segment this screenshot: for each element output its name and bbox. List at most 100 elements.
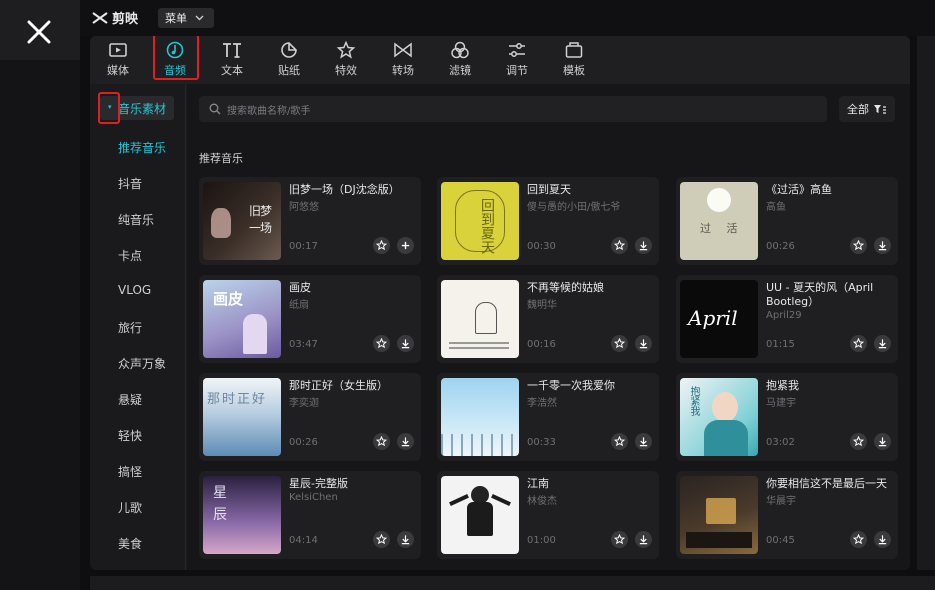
tab-adjust[interactable]: 调节 xyxy=(495,38,539,80)
menu-label: 菜单 xyxy=(165,12,187,25)
song-duration: 03:47 xyxy=(289,339,318,350)
favorite-button[interactable] xyxy=(373,237,390,254)
close-icon[interactable] xyxy=(25,18,53,46)
download-button[interactable] xyxy=(874,237,891,254)
download-icon xyxy=(401,437,410,447)
download-button[interactable] xyxy=(874,433,891,450)
song-artist: 李奕迦 xyxy=(289,398,319,409)
menu-button[interactable]: 菜单 xyxy=(158,8,214,28)
download-button[interactable] xyxy=(635,237,652,254)
sidebar-item-recommended[interactable]: 推荐音乐 xyxy=(118,139,166,156)
sidebar-item-voices[interactable]: 众声万象 xyxy=(118,355,166,372)
song-card[interactable]: 你要相信这不是最后一天 华晨宇 00:45 xyxy=(676,471,898,559)
sidebar-item-vlog[interactable]: VLOG xyxy=(118,283,151,297)
song-title: 《过活》高鱼 xyxy=(766,183,832,196)
download-button[interactable] xyxy=(397,531,414,548)
download-button[interactable] xyxy=(635,335,652,352)
sidebar-item-beat[interactable]: 卡点 xyxy=(118,247,142,264)
favorite-button[interactable] xyxy=(373,531,390,548)
song-card[interactable]: 回到夏天 回到夏天 傻与愚的小田/傲七爷 00:30 xyxy=(437,177,659,265)
template-icon xyxy=(565,41,583,58)
song-card[interactable]: 抱紧我 抱紧我 马建宇 03:02 xyxy=(676,373,898,461)
song-title: UU - 夏天的风（April Bootleg） xyxy=(766,281,874,308)
star-icon xyxy=(614,338,625,349)
tab-label: 贴纸 xyxy=(278,63,300,77)
favorite-button[interactable] xyxy=(850,531,867,548)
song-artist: 魏明华 xyxy=(527,300,557,311)
star-icon xyxy=(376,534,387,545)
song-card[interactable]: 江南 林俊杰 01:00 xyxy=(437,471,659,559)
sidebar-item-lively[interactable]: 轻快 xyxy=(118,427,142,444)
song-card[interactable]: 不再等候的姑娘 魏明华 00:16 xyxy=(437,275,659,363)
logo-icon xyxy=(92,11,108,24)
favorite-button[interactable] xyxy=(850,433,867,450)
sidebar-item-suspense[interactable]: 悬疑 xyxy=(118,391,142,408)
song-card[interactable]: 星辰 星辰-完整版 KelsiChen 04:14 xyxy=(199,471,421,559)
favorite-button[interactable] xyxy=(850,335,867,352)
song-card[interactable]: April UU - 夏天的风（April Bootleg） April29 0… xyxy=(676,275,898,363)
tab-transition[interactable]: 转场 xyxy=(381,38,425,80)
favorite-button[interactable] xyxy=(373,335,390,352)
favorite-button[interactable] xyxy=(850,237,867,254)
song-artist: 高鱼 xyxy=(766,202,786,213)
highlight-box-audio-tab xyxy=(153,36,199,80)
highlight-box-music-expand xyxy=(98,92,120,124)
add-button[interactable] xyxy=(397,237,414,254)
sidebar-item-funny[interactable]: 搞怪 xyxy=(118,463,142,480)
song-title: 那时正好（女生版） xyxy=(289,379,388,392)
cover-text: 那时正好 xyxy=(207,392,268,407)
song-cover: April xyxy=(680,280,758,358)
star-icon xyxy=(376,436,387,447)
tab-media[interactable]: 媒体 xyxy=(96,38,140,80)
download-icon xyxy=(401,535,410,545)
star-icon xyxy=(853,240,864,251)
download-button[interactable] xyxy=(635,433,652,450)
tab-filter[interactable]: 滤镜 xyxy=(438,38,482,80)
sidebar-item-douyin[interactable]: 抖音 xyxy=(118,175,142,192)
song-card[interactable]: 一千零一次我爱你 李浩然 00:33 xyxy=(437,373,659,461)
sidebar-item-travel[interactable]: 旅行 xyxy=(118,319,142,336)
search-icon xyxy=(209,103,221,115)
download-button[interactable] xyxy=(874,531,891,548)
favorite-button[interactable] xyxy=(611,531,628,548)
search-input[interactable]: 搜索歌曲名称/歌手 xyxy=(199,96,827,122)
song-title: 江南 xyxy=(527,477,549,490)
filter-button[interactable]: 全部 xyxy=(839,96,895,122)
song-duration: 00:17 xyxy=(289,241,318,252)
song-card[interactable]: 旧梦一场 旧梦一场（DJ沈念版） 阿悠悠 00:17 xyxy=(199,177,421,265)
song-duration: 03:02 xyxy=(766,437,795,448)
song-duration: 04:14 xyxy=(289,535,318,546)
tab-effects[interactable]: 特效 xyxy=(324,38,368,80)
download-button[interactable] xyxy=(874,335,891,352)
tab-text[interactable]: 文本 xyxy=(210,38,254,80)
song-card[interactable]: 过 活 《过活》高鱼 高鱼 00:26 xyxy=(676,177,898,265)
download-button[interactable] xyxy=(397,335,414,352)
sidebar-item-food[interactable]: 美食 xyxy=(118,535,142,552)
song-duration: 01:00 xyxy=(527,535,556,546)
song-cover: 过 活 xyxy=(680,182,758,260)
favorite-button[interactable] xyxy=(611,335,628,352)
song-cover xyxy=(441,280,519,358)
song-title: 画皮 xyxy=(289,281,311,294)
download-icon xyxy=(639,437,648,447)
favorite-button[interactable] xyxy=(611,237,628,254)
song-artist: KelsiChen xyxy=(289,492,338,503)
download-button[interactable] xyxy=(635,531,652,548)
song-card[interactable]: 那时正好 那时正好（女生版） 李奕迦 00:26 xyxy=(199,373,421,461)
star-icon xyxy=(614,240,625,251)
song-title: 抱紧我 xyxy=(766,379,799,392)
cover-text: 抱紧我 xyxy=(688,386,699,416)
favorite-button[interactable] xyxy=(611,433,628,450)
transition-icon xyxy=(394,42,412,57)
music-content: 搜索歌曲名称/歌手 全部 推荐音乐 旧梦一场 旧梦一场（DJ沈念版） 阿悠悠 0… xyxy=(187,84,910,570)
song-card[interactable]: 画皮 画皮 纸扇 03:47 xyxy=(199,275,421,363)
download-button[interactable] xyxy=(397,433,414,450)
favorite-button[interactable] xyxy=(373,433,390,450)
song-title: 星辰-完整版 xyxy=(289,477,348,490)
tab-template[interactable]: 模板 xyxy=(552,38,596,80)
app-logo: 剪映 xyxy=(92,8,138,27)
sidebar-item-kids[interactable]: 儿歌 xyxy=(118,499,142,516)
cover-text: 画皮 xyxy=(213,290,244,308)
tab-sticker[interactable]: 贴纸 xyxy=(267,38,311,80)
sidebar-item-pure-music[interactable]: 纯音乐 xyxy=(118,211,154,228)
